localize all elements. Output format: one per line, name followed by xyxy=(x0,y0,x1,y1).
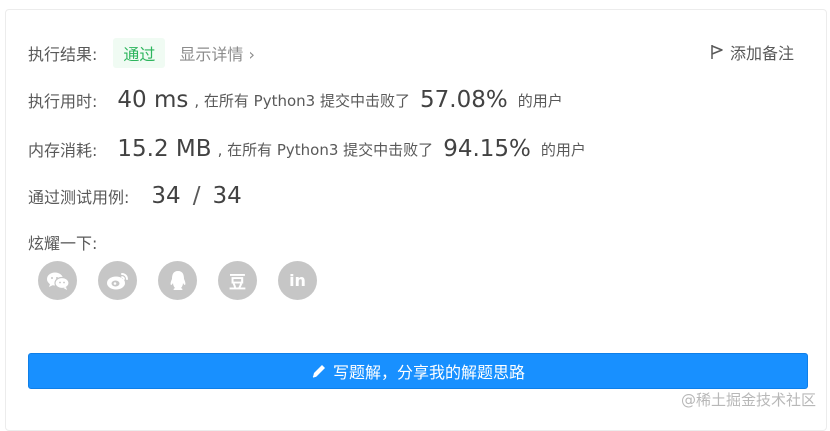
runtime-suffix: 的用户 xyxy=(517,91,563,110)
memory-percent: 94.15% xyxy=(443,136,531,162)
tests-label: 通过测试用例: xyxy=(28,188,130,207)
result-label: 执行结果: xyxy=(28,45,98,64)
status-badge: 通过 xyxy=(113,38,166,68)
tests-total: 34 xyxy=(212,183,242,209)
pencil-icon xyxy=(312,365,325,378)
douban-icon[interactable]: 豆 xyxy=(218,261,257,300)
write-solution-button[interactable]: 写题解，分享我的解题思路 xyxy=(28,353,808,389)
memory-row: 内存消耗: 15.2 MB , 在所有 Python3 提交中击败了 94.15… xyxy=(28,136,586,162)
social-share-icons: 豆 in xyxy=(38,261,338,300)
weibo-icon[interactable] xyxy=(98,261,137,300)
memory-label: 内存消耗: xyxy=(28,141,98,160)
tests-row: 通过测试用例: 34 / 34 xyxy=(28,183,242,209)
wechat-icon[interactable] xyxy=(38,261,77,300)
share-label: 炫耀一下: xyxy=(28,234,98,253)
runtime-row: 执行用时: 40 ms , 在所有 Python3 提交中击败了 57.08% … xyxy=(28,87,563,113)
runtime-beat-text: , 在所有 Python3 提交中击败了 xyxy=(194,91,410,110)
douban-glyph: 豆 xyxy=(229,273,246,293)
tests-passed: 34 xyxy=(151,183,181,209)
runtime-label: 执行用时: xyxy=(28,92,98,111)
show-details-link[interactable]: 显示详情 › xyxy=(179,41,255,65)
memory-beat-text: , 在所有 Python3 提交中击败了 xyxy=(217,140,434,159)
memory-value: 15.2 MB xyxy=(117,136,212,162)
add-note-label: 添加备注 xyxy=(729,44,794,63)
flag-icon xyxy=(711,45,723,59)
add-note-button[interactable]: 添加备注 xyxy=(710,40,794,64)
watermark: @稀土掘金技术社区 xyxy=(680,391,816,409)
share-row: 炫耀一下: xyxy=(28,230,97,254)
linkedin-icon[interactable]: in xyxy=(278,261,317,300)
qq-icon[interactable] xyxy=(158,261,197,300)
linkedin-glyph: in xyxy=(289,271,306,290)
runtime-percent: 57.08% xyxy=(420,87,508,113)
result-row: 执行结果: 通过 显示详情 › xyxy=(28,38,255,68)
runtime-value: 40 ms xyxy=(117,87,189,113)
tests-separator: / xyxy=(192,183,201,209)
write-solution-label: 写题解，分享我的解题思路 xyxy=(332,363,525,382)
memory-suffix: 的用户 xyxy=(540,140,586,159)
